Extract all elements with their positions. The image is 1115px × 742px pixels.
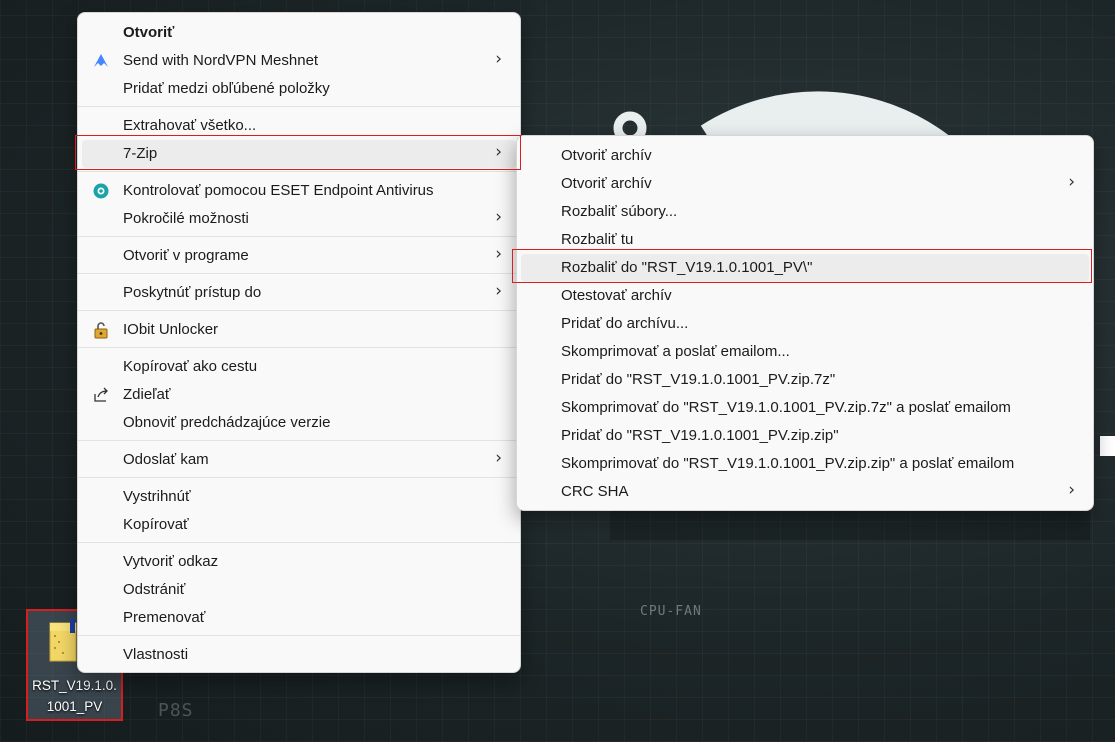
wallpaper-p8s-text: P8S (158, 700, 194, 721)
menu-item-create-shortcut[interactable]: Vytvoriť odkaz (82, 548, 516, 576)
share-icon (94, 387, 108, 402)
chevron-right-icon: › (495, 207, 502, 227)
menu-item-label: Vytvoriť odkaz (123, 553, 219, 570)
menu-separator (78, 171, 520, 172)
menu-item-label: CRC SHA (561, 483, 629, 500)
menu-item-share[interactable]: Zdieľať (82, 381, 516, 409)
nordvpn-icon (94, 54, 108, 67)
menu-item-label: Extrahovať všetko... (123, 117, 257, 134)
eset-icon (93, 183, 109, 199)
menu-item-label: Odstrániť (123, 581, 186, 598)
menu-item-label: Skomprimovať do "RST_V19.1.0.1001_PV.zip… (561, 455, 1015, 472)
menu-item-label: Odoslať kam (123, 451, 209, 468)
menu-item-cut[interactable]: Vystrihnúť (82, 483, 516, 511)
7zip-submenu: Otvoriť archív Otvoriť archív › Rozbaliť… (516, 135, 1094, 511)
menu-item-nordvpn[interactable]: Send with NordVPN Meshnet › (82, 47, 516, 75)
zip-item-compress-7z-email[interactable]: Skomprimovať do "RST_V19.1.0.1001_PV.zip… (521, 394, 1089, 422)
menu-item-label: Vlastnosti (123, 646, 189, 663)
highlight-box-7zip (75, 135, 521, 170)
menu-item-label: Otvoriť v programe (123, 247, 249, 264)
menu-item-label: Kopírovať (123, 516, 189, 533)
menu-item-open-with[interactable]: Otvoriť v programe › (82, 242, 516, 270)
menu-item-label: Zdieľať (123, 386, 171, 403)
menu-item-label: Kopírovať ako cestu (123, 358, 258, 375)
menu-item-label: Poskytnúť prístup do (123, 284, 262, 301)
zip-item-compress-zip-email[interactable]: Skomprimovať do "RST_V19.1.0.1001_PV.zip… (521, 450, 1089, 478)
menu-separator (78, 106, 520, 107)
menu-separator (78, 542, 520, 543)
chevron-right-icon: › (495, 244, 502, 264)
menu-item-send-to[interactable]: Odoslať kam › (82, 446, 516, 474)
menu-item-rename[interactable]: Premenovať (82, 604, 516, 632)
menu-item-advanced-options[interactable]: Pokročilé možnosti › (82, 205, 516, 233)
menu-item-restore-versions[interactable]: Obnoviť predchádzajúce verzie (82, 409, 516, 437)
menu-item-label: IObit Unlocker (123, 321, 219, 338)
menu-item-label: Pridať do "RST_V19.1.0.1001_PV.zip.zip" (561, 427, 839, 444)
chevron-right-icon: › (495, 281, 502, 301)
menu-item-add-favorites[interactable]: Pridať medzi obľúbené položky (82, 75, 516, 103)
menu-item-copy-as-path[interactable]: Kopírovať ako cestu (82, 353, 516, 381)
zip-item-crc-sha[interactable]: CRC SHA › (521, 478, 1089, 506)
menu-item-give-access[interactable]: Poskytnúť prístup do › (82, 279, 516, 307)
menu-item-iobit-unlocker[interactable]: IObit Unlocker (82, 316, 516, 344)
zip-item-add-to-7z[interactable]: Pridať do "RST_V19.1.0.1001_PV.zip.7z" (521, 366, 1089, 394)
menu-item-label: Send with NordVPN Meshnet (123, 52, 319, 69)
menu-item-properties[interactable]: Vlastnosti (82, 641, 516, 669)
menu-item-label: Otestovať archív (561, 287, 672, 304)
menu-item-label: Otvoriť (123, 24, 175, 41)
menu-item-copy[interactable]: Kopírovať (82, 511, 516, 539)
context-menu: Otvoriť Send with NordVPN Meshnet › Prid… (77, 12, 521, 673)
menu-item-label: Vystrihnúť (123, 488, 191, 505)
zip-item-open-archive-sub[interactable]: Otvoriť archív › (521, 170, 1089, 198)
zip-item-extract-files[interactable]: Rozbaliť súbory... (521, 198, 1089, 226)
menu-item-label: Skomprimovať do "RST_V19.1.0.1001_PV.zip… (561, 399, 1011, 416)
menu-item-label: Pridať do "RST_V19.1.0.1001_PV.zip.7z" (561, 371, 836, 388)
menu-item-open[interactable]: Otvoriť (82, 19, 516, 47)
menu-item-label: Rozbaliť tu (561, 231, 634, 248)
menu-separator (78, 273, 520, 274)
menu-separator (78, 440, 520, 441)
chevron-right-icon: › (1068, 172, 1075, 192)
menu-item-label: Premenovať (123, 609, 206, 626)
menu-item-label: Kontrolovať pomocou ESET Endpoint Antivi… (123, 182, 434, 199)
menu-separator (78, 310, 520, 311)
chevron-right-icon: › (495, 448, 502, 468)
zip-item-add-to-archive[interactable]: Pridať do archívu... (521, 310, 1089, 338)
menu-separator (78, 236, 520, 237)
zip-folder-icon (49, 619, 77, 662)
highlight-box-extract-to (512, 249, 1092, 283)
menu-item-label: Pridať do archívu... (561, 315, 689, 332)
menu-item-label: Pridať medzi obľúbené položky (123, 80, 330, 97)
menu-separator (78, 635, 520, 636)
chevron-right-icon: › (1068, 480, 1075, 500)
chevron-right-icon: › (495, 49, 502, 69)
menu-item-label: Rozbaliť súbory... (561, 203, 678, 220)
menu-item-label: Otvoriť archív (561, 175, 652, 192)
menu-item-label: Skomprimovať a poslať emailom... (561, 343, 790, 360)
zip-item-add-to-zip[interactable]: Pridať do "RST_V19.1.0.1001_PV.zip.zip" (521, 422, 1089, 450)
menu-item-label: Obnoviť predchádzajúce verzie (123, 414, 331, 431)
desktop-file-label: RST_V19.1.0.1001_PV (32, 678, 117, 714)
menu-separator (78, 347, 520, 348)
zip-item-test-archive[interactable]: Otestovať archív (521, 282, 1089, 310)
zip-item-open-archive[interactable]: Otvoriť archív (521, 142, 1089, 170)
wallpaper-cpufan-text: CPU-FAN (640, 604, 702, 619)
menu-item-eset-scan[interactable]: Kontrolovať pomocou ESET Endpoint Antivi… (82, 177, 516, 205)
menu-item-delete[interactable]: Odstrániť (82, 576, 516, 604)
iobit-unlocker-icon (94, 322, 108, 339)
menu-item-label: Otvoriť archív (561, 147, 652, 164)
menu-item-label: Pokročilé možnosti (123, 210, 249, 227)
zip-item-compress-email[interactable]: Skomprimovať a poslať emailom... (521, 338, 1089, 366)
menu-separator (78, 477, 520, 478)
